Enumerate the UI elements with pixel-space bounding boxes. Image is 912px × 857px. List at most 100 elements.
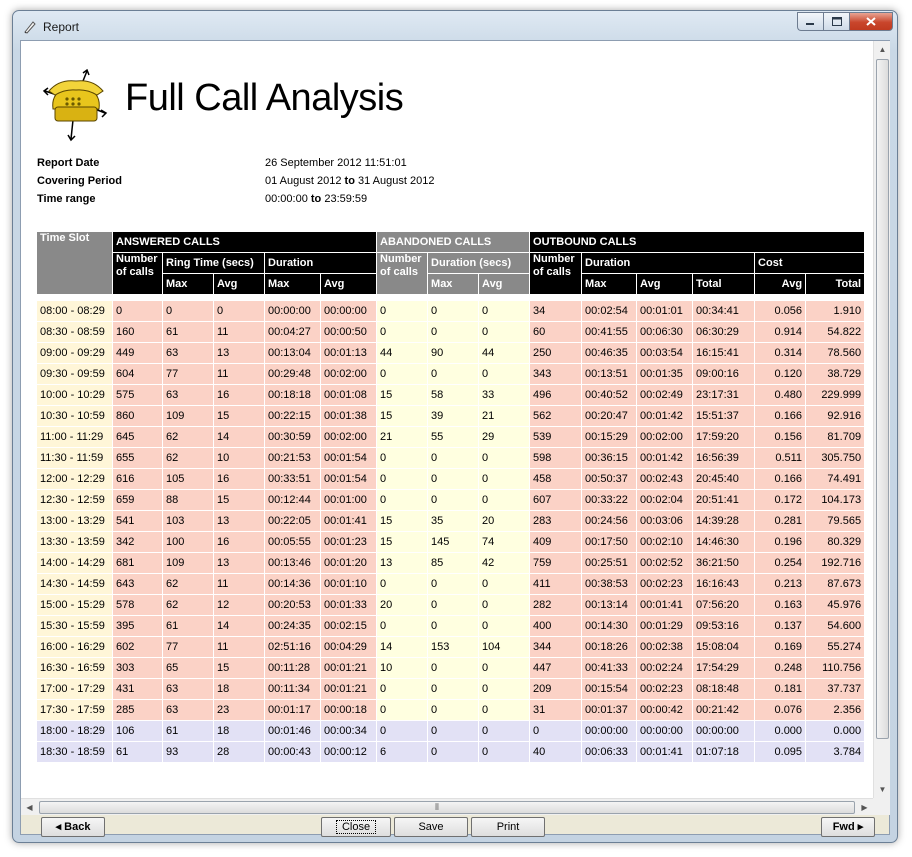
cell-abandoned-calls: 0	[376, 468, 429, 490]
header-ring-avg: Avg	[213, 273, 265, 295]
close-window-button[interactable]	[849, 12, 893, 31]
cell-outbound-duration-max: 00:33:22	[581, 489, 638, 511]
cell-time-slot: 09:00 - 09:29	[36, 342, 113, 364]
header-outbound-number-of-calls: Number of calls	[529, 252, 583, 295]
cell-abandoned-calls: 0	[376, 300, 429, 322]
table-row: 14:00 - 14:29 681 109 13 00:13:46 00:01:20 13 8…	[36, 552, 866, 574]
cell-ring-avg: 15	[213, 657, 265, 679]
cell-abandoned-duration-avg: 0	[478, 741, 531, 763]
cell-ring-max: 109	[162, 552, 214, 574]
cell-abandoned-duration-avg: 0	[478, 468, 531, 490]
cell-outbound-duration-avg: 00:01:29	[636, 615, 694, 637]
cell-ring-max: 105	[162, 468, 214, 490]
cell-abandoned-duration-max: 0	[427, 447, 480, 469]
horizontal-scrollbar[interactable]: ◀ ⦀ ▶	[21, 798, 873, 815]
cell-answered-calls: 106	[112, 720, 163, 742]
table-row: 10:30 - 10:59 860 109 15 00:22:15 00:01:38 15 3…	[36, 405, 866, 427]
cell-abandoned-calls: 13	[376, 552, 429, 574]
close-button[interactable]: Close	[321, 817, 391, 837]
cell-abandoned-duration-max: 0	[427, 615, 480, 637]
table-body: 08:00 - 08:29 0 0 0 00:00:00 00:00:00 0 0 0 34 00:…	[36, 300, 866, 763]
cell-outbound-duration-max: 00:41:55	[581, 321, 638, 343]
vertical-scrollbar[interactable]: ▲ ▼	[873, 41, 890, 798]
cell-ring-max: 103	[162, 510, 214, 532]
cell-outbound-duration-avg: 00:02:49	[636, 384, 694, 406]
cell-outbound-calls: 34	[529, 300, 583, 322]
maximize-button[interactable]	[823, 12, 849, 31]
cell-answered-calls: 303	[112, 657, 163, 679]
cell-answered-duration-avg: 00:01:21	[319, 678, 378, 700]
range-from: 00:00:00	[265, 193, 308, 205]
fwd-button[interactable]: Fwd ▸	[821, 817, 875, 837]
cell-abandoned-duration-max: 0	[427, 363, 480, 385]
client-area: Full Call Analysis Report Date 26 Septem…	[20, 40, 890, 837]
cell-abandoned-duration-avg: 0	[478, 657, 531, 679]
table-row: 13:30 - 13:59 342 100 16 00:05:55 00:01:23 15 1…	[36, 531, 866, 553]
cell-abandoned-duration-avg: 0	[478, 321, 531, 343]
cell-outbound-calls: 209	[529, 678, 583, 700]
cell-answered-duration-max: 00:14:36	[264, 573, 321, 595]
cell-answered-calls: 449	[112, 342, 163, 364]
cell-abandoned-calls: 44	[376, 342, 429, 364]
cell-ring-avg: 13	[213, 552, 265, 574]
cell-ring-max: 88	[162, 489, 214, 511]
cell-cost-total: 54.822	[805, 321, 866, 343]
cell-abandoned-calls: 0	[376, 363, 429, 385]
cell-ring-max: 62	[162, 594, 214, 616]
window-title: Report	[43, 20, 80, 34]
print-button[interactable]: Print	[471, 817, 545, 837]
cell-abandoned-duration-max: 0	[427, 657, 480, 679]
cell-time-slot: 18:30 - 18:59	[36, 741, 113, 763]
title-bar[interactable]: Report	[13, 11, 897, 41]
horizontal-scroll-thumb[interactable]: ⦀	[39, 801, 855, 814]
cell-cost-avg: 0.166	[754, 405, 807, 427]
cell-outbound-duration-total: 20:51:41	[692, 489, 756, 511]
close-icon	[866, 17, 876, 26]
cell-ring-max: 63	[162, 342, 214, 364]
save-button[interactable]: Save	[394, 817, 468, 837]
cell-answered-duration-max: 02:51:16	[264, 636, 321, 658]
cell-abandoned-duration-avg: 0	[478, 573, 531, 595]
cell-answered-duration-avg: 00:01:13	[319, 342, 378, 364]
cell-outbound-calls: 344	[529, 636, 583, 658]
cell-outbound-duration-total: 15:51:37	[692, 405, 756, 427]
vertical-scroll-thumb[interactable]	[876, 59, 889, 739]
cell-abandoned-duration-avg: 20	[478, 510, 531, 532]
cell-outbound-calls: 607	[529, 489, 583, 511]
scroll-left-icon[interactable]: ◀	[21, 799, 38, 816]
cell-answered-duration-max: 00:13:46	[264, 552, 321, 574]
cell-cost-avg: 0.163	[754, 594, 807, 616]
cell-outbound-calls: 40	[529, 741, 583, 763]
cell-cost-avg: 0.095	[754, 741, 807, 763]
cell-abandoned-calls: 20	[376, 594, 429, 616]
cell-cost-total: 305.750	[805, 447, 866, 469]
cell-outbound-duration-total: 08:18:48	[692, 678, 756, 700]
cell-cost-avg: 0.196	[754, 531, 807, 553]
cell-answered-duration-avg: 00:04:29	[319, 636, 378, 658]
header-ans-dur-avg: Avg	[319, 273, 378, 295]
cell-abandoned-duration-avg: 21	[478, 405, 531, 427]
cell-time-slot: 11:30 - 11:59	[36, 447, 113, 469]
table-row: 13:00 - 13:29 541 103 13 00:22:05 00:01:41 15 3…	[36, 510, 866, 532]
cell-outbound-duration-max: 00:38:53	[581, 573, 638, 595]
cell-outbound-duration-avg: 00:01:01	[636, 300, 694, 322]
cell-abandoned-duration-avg: 0	[478, 363, 531, 385]
cell-answered-calls: 604	[112, 363, 163, 385]
back-button[interactable]: ◂ Back	[41, 817, 105, 837]
cell-cost-total: 74.491	[805, 468, 866, 490]
cell-abandoned-duration-max: 35	[427, 510, 480, 532]
scroll-down-icon[interactable]: ▼	[874, 781, 891, 798]
header-abandoned-calls: ABANDONED CALLS	[376, 231, 531, 253]
minimize-button[interactable]	[797, 12, 823, 31]
print-label: Print	[496, 821, 520, 833]
cell-abandoned-duration-max: 90	[427, 342, 480, 364]
table-row: 16:00 - 16:29 602 77 11 02:51:16 00:04:29 14 15…	[36, 636, 866, 658]
table-row: 11:30 - 11:59 655 62 10 00:21:53 00:01:54 0 0 0 5…	[36, 447, 866, 469]
cell-time-slot: 18:00 - 18:29	[36, 720, 113, 742]
cell-answered-calls: 659	[112, 489, 163, 511]
scroll-right-icon[interactable]: ▶	[856, 799, 873, 816]
cell-abandoned-duration-avg: 0	[478, 489, 531, 511]
cell-abandoned-calls: 21	[376, 426, 429, 448]
scroll-up-icon[interactable]: ▲	[874, 41, 891, 58]
header-ab-dur-avg: Avg	[478, 273, 531, 295]
